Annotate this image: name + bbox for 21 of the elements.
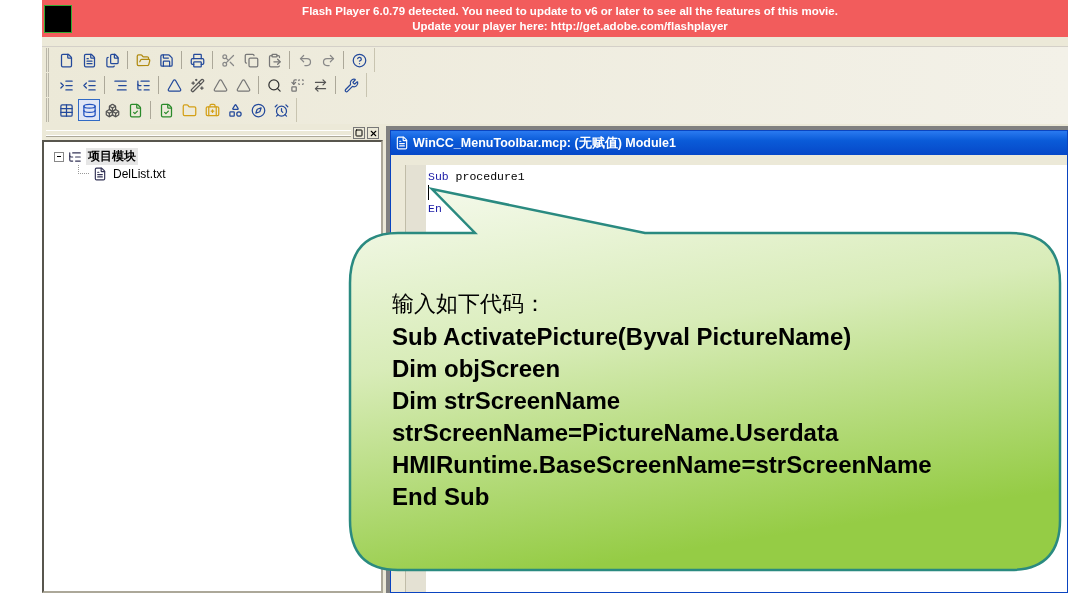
code-text: strScreenName=PictureName.Userdata <box>392 418 840 448</box>
code-line: Sub procedure1 <box>428 169 525 185</box>
window-title: WinCC_MenuToolbar.mcp: (无赋值) Module1 <box>413 134 676 152</box>
code-text: Dim objScreen <box>392 354 562 384</box>
code-text: Dim strScreenName <box>392 386 622 416</box>
file-icon <box>93 166 107 181</box>
code-text: End Sub <box>392 482 491 512</box>
banner-text: Update your player here: http://get.adobe.com/flashplayer <box>412 18 728 34</box>
database-icon[interactable] <box>78 99 100 121</box>
callout-heading: 输入如下代码： <box>392 290 547 318</box>
tree-item[interactable]: 项目模块 <box>86 148 138 165</box>
code-text: Sub ActivatePicture(Byval PictureName) <box>392 322 853 352</box>
collapse-toggle[interactable] <box>54 151 64 162</box>
restore-button[interactable] <box>353 127 365 139</box>
tree-item[interactable]: DelList.txt <box>111 166 168 181</box>
flash-logo <box>44 4 72 33</box>
close-button[interactable] <box>367 127 379 139</box>
code-line: En <box>428 201 442 217</box>
pane-grip[interactable] <box>46 129 351 137</box>
code-text: HMIRuntime.BaseScreenName=strScreenName <box>392 450 932 480</box>
banner-text: Flash Player 6.0.79 detected. You need to update to v6 or later to see all the features of this movie. <box>302 3 838 19</box>
